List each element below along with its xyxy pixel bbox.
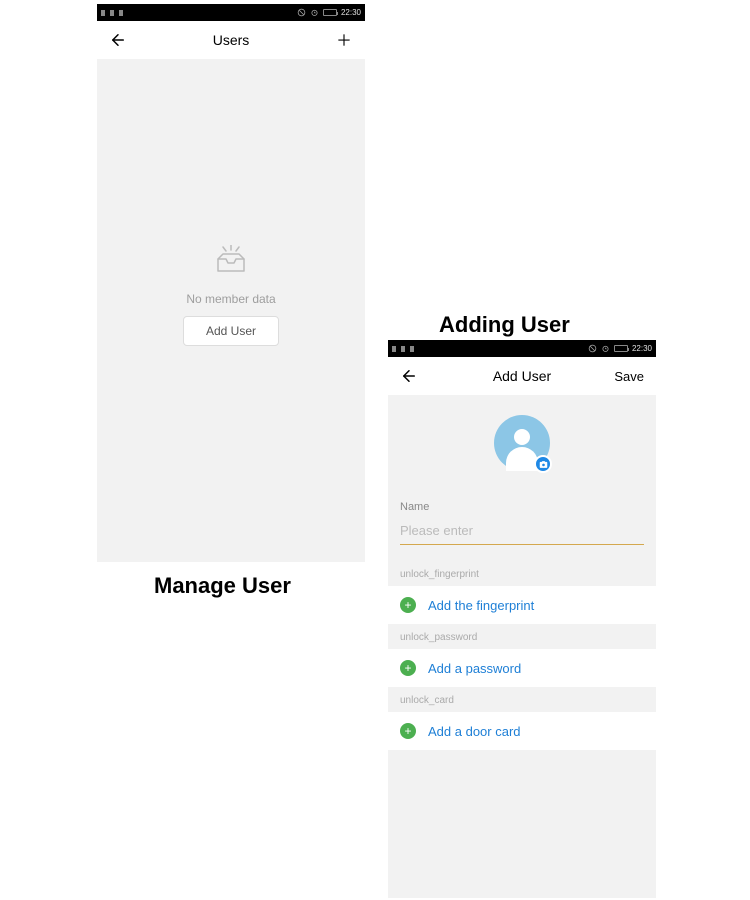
battery-icon	[323, 9, 337, 16]
avatar-section	[388, 395, 656, 491]
empty-text: No member data	[186, 292, 275, 306]
add-password-row[interactable]: + Add a password	[388, 649, 656, 687]
save-button[interactable]: Save	[614, 369, 644, 384]
navbar: Add User Save	[388, 357, 656, 395]
group-password: unlock_password	[388, 624, 656, 649]
back-arrow-icon[interactable]	[109, 31, 127, 49]
name-label: Name	[400, 501, 644, 513]
add-card-label: Add a door card	[428, 724, 521, 739]
status-bar: 22:30	[97, 4, 365, 21]
content-area: Name unlock_fingerprint + Add the finger…	[388, 395, 656, 898]
manage-caption: Manage User	[154, 573, 291, 599]
status-time: 22:30	[341, 8, 361, 17]
dnd-icon	[297, 8, 306, 17]
alarm-icon	[310, 8, 319, 17]
add-icon[interactable]	[335, 31, 353, 49]
add-user-screen: 22:30 Add User Save Name	[388, 340, 656, 898]
empty-state: No member data Add User	[97, 59, 365, 562]
avatar[interactable]	[494, 415, 550, 471]
content-area: No member data Add User	[97, 59, 365, 562]
battery-icon	[614, 345, 628, 352]
plus-icon: +	[400, 597, 416, 613]
inbox-icon	[213, 245, 249, 282]
plus-icon: +	[400, 723, 416, 739]
status-bar: 22:30	[388, 340, 656, 357]
dnd-icon	[588, 344, 597, 353]
camera-icon[interactable]	[534, 455, 552, 473]
add-password-label: Add a password	[428, 661, 521, 676]
name-input[interactable]	[400, 519, 644, 545]
group-card: unlock_card	[388, 687, 656, 712]
manage-user-screen: 22:30 Users No	[97, 4, 365, 562]
add-caption: Adding User	[439, 312, 570, 338]
name-section: Name	[388, 491, 656, 547]
navbar: Users	[97, 21, 365, 59]
plus-icon: +	[400, 660, 416, 676]
back-arrow-icon[interactable]	[400, 367, 418, 385]
status-time: 22:30	[632, 344, 652, 353]
alarm-icon	[601, 344, 610, 353]
add-fingerprint-row[interactable]: + Add the fingerprint	[388, 586, 656, 624]
unlock-list: unlock_fingerprint + Add the fingerprint…	[388, 547, 656, 750]
add-card-row[interactable]: + Add a door card	[388, 712, 656, 750]
add-user-button[interactable]: Add User	[183, 316, 279, 346]
add-fingerprint-label: Add the fingerprint	[428, 598, 534, 613]
group-fingerprint: unlock_fingerprint	[388, 561, 656, 586]
